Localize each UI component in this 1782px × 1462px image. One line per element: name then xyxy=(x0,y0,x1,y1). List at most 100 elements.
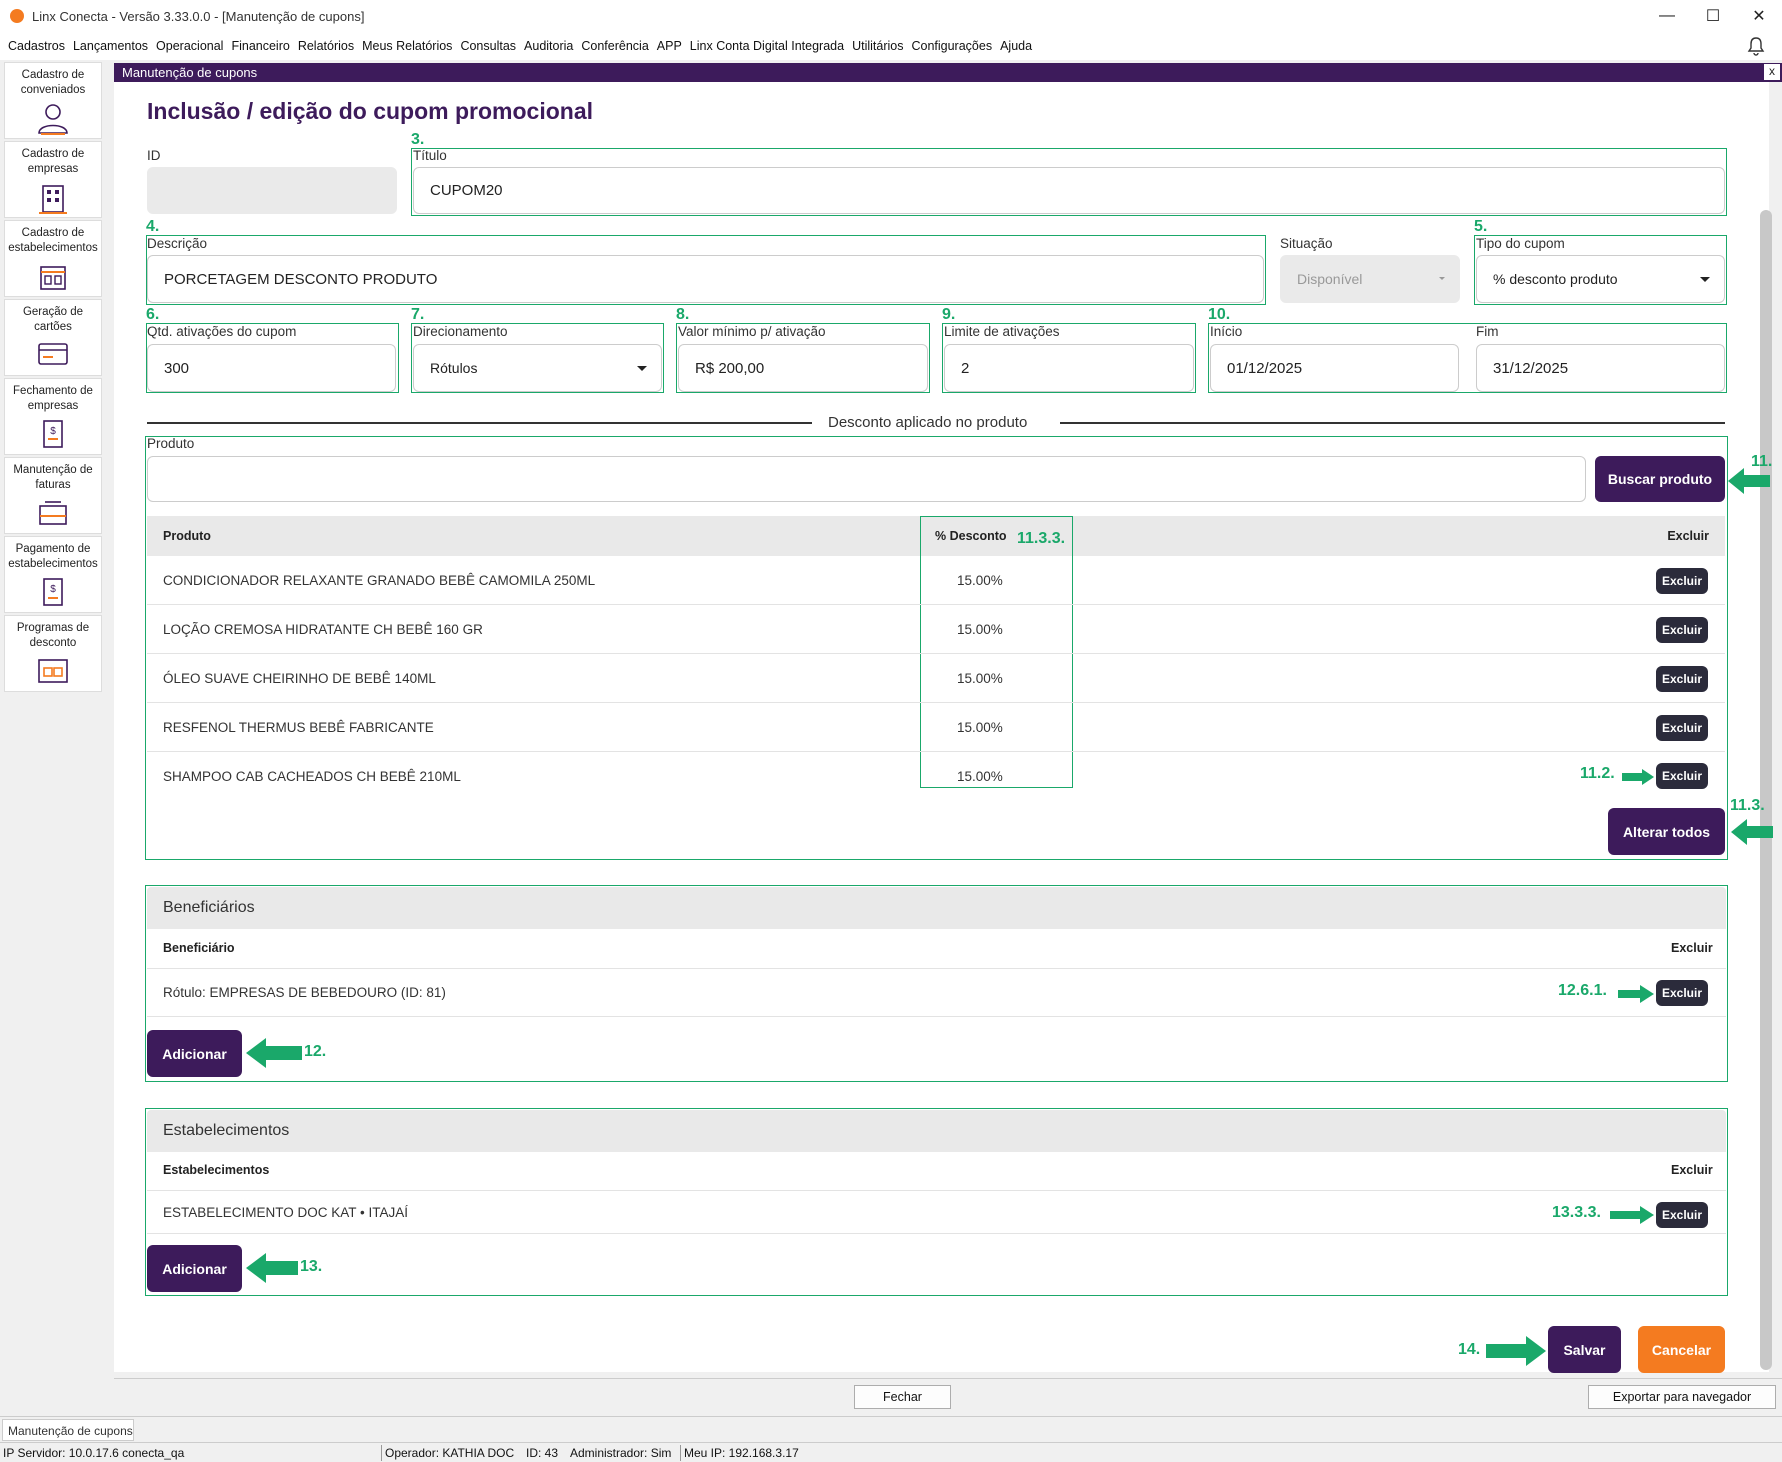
produto-desconto: 15.00% xyxy=(957,621,1003,637)
annotation-11-3: 11.3. xyxy=(1730,797,1765,814)
annotation-9: 9. xyxy=(942,306,956,323)
annotation-11-3-3: 11.3.3. xyxy=(1017,530,1066,547)
menu-linx-conta[interactable]: Linx Conta Digital Integrada xyxy=(690,39,844,53)
arrow-left-icon xyxy=(1731,819,1773,845)
arrow-right-icon xyxy=(1610,1206,1654,1224)
arrow-left-icon xyxy=(1728,468,1770,494)
menu-cadastros[interactable]: Cadastros xyxy=(8,39,65,53)
sidebar-item-cartoes[interactable]: Geração de cartões xyxy=(4,299,102,376)
annotation-5: 5. xyxy=(1474,218,1488,235)
cancelar-button[interactable]: Cancelar xyxy=(1638,1326,1725,1373)
table-row: ÓLEO SUAVE CHEIRINHO DE BEBÊ 140ML 15.00… xyxy=(147,654,1725,703)
sidebar-item-faturas[interactable]: Manutenção de faturas xyxy=(4,457,102,534)
valor-field[interactable]: R$ 200,00 xyxy=(678,344,928,392)
payment-icon: $ xyxy=(43,578,63,606)
close-icon[interactable]: ✕ xyxy=(1736,0,1782,32)
col-excluir: Excluir xyxy=(1667,529,1709,543)
produto-desconto: 15.00% xyxy=(957,572,1003,588)
produto-name: SHAMPOO CAB CACHEADOS CH BEBÊ 210ML xyxy=(163,768,461,784)
excluir-button[interactable]: Excluir xyxy=(1656,715,1708,741)
annotation-8: 8. xyxy=(676,306,690,323)
produto-name: CONDICIONADOR RELAXANTE GRANADO BEBÊ CAM… xyxy=(163,572,596,588)
adicionar-estabelecimento-button[interactable]: Adicionar xyxy=(147,1245,242,1292)
inicio-label: Início xyxy=(1210,324,1243,339)
annotation-14: 14. xyxy=(1458,1341,1481,1358)
alterar-todos-button[interactable]: Alterar todos xyxy=(1608,808,1725,855)
status-admin: Administrador: Sim xyxy=(570,1446,672,1460)
divider-right xyxy=(1060,422,1725,424)
limite-label: Limite de ativações xyxy=(944,324,1060,339)
inicio-field[interactable]: 01/12/2025 xyxy=(1210,344,1459,392)
title-bar: Linx Conecta - Versão 3.33.0.0 - [Manute… xyxy=(0,0,1782,32)
table-row: RESFENOL THERMUS BEBÊ FABRICANTE 15.00% xyxy=(147,703,1725,752)
produto-desconto: 15.00% xyxy=(957,768,1003,784)
menu-bar: Cadastros Lançamentos Operacional Financ… xyxy=(0,32,1782,60)
direcionamento-select[interactable]: Rótulos xyxy=(413,344,662,392)
menu-utilitarios[interactable]: Utilitários xyxy=(852,39,903,53)
menu-lancamentos[interactable]: Lançamentos xyxy=(73,39,148,53)
sidebar-item-estabelecimentos[interactable]: Cadastro de estabelecimentos xyxy=(4,220,102,297)
excluir-button[interactable]: Excluir xyxy=(1656,980,1708,1006)
situacao-label: Situação xyxy=(1280,236,1333,251)
card-icon xyxy=(38,343,68,365)
tab-manutencao-cupons[interactable]: Manutenção de cupons xyxy=(2,1419,134,1441)
tipo-select[interactable]: % desconto produto xyxy=(1476,255,1725,303)
arrow-left-icon xyxy=(246,1038,302,1068)
divider-left xyxy=(147,422,812,424)
produto-field[interactable] xyxy=(147,456,1586,502)
direcionamento-label: Direcionamento xyxy=(413,324,508,339)
salvar-button[interactable]: Salvar xyxy=(1548,1326,1621,1373)
produto-desconto: 15.00% xyxy=(957,670,1003,686)
fechar-button[interactable]: Fechar xyxy=(854,1385,951,1409)
tipo-label: Tipo do cupom xyxy=(1476,236,1565,251)
scrollbar[interactable] xyxy=(1760,210,1772,1370)
sidebar-item-programas[interactable]: Programas de desconto xyxy=(4,615,102,692)
menu-auditoria[interactable]: Auditoria xyxy=(524,39,573,53)
sidebar-item-empresas[interactable]: Cadastro de empresas xyxy=(4,141,102,218)
chevron-down-icon xyxy=(1439,277,1445,280)
sidebar-item-conveniados[interactable]: Cadastro de conveniados xyxy=(4,62,102,139)
excluir-button[interactable]: Excluir xyxy=(1656,617,1708,643)
table-row: SHAMPOO CAB CACHEADOS CH BEBÊ 210ML 15.0… xyxy=(147,752,1725,800)
annotation-11-2: 11.2. xyxy=(1580,765,1615,782)
svg-text:$: $ xyxy=(50,426,56,437)
menu-configuracoes[interactable]: Configurações xyxy=(911,39,992,53)
qtd-field[interactable]: 300 xyxy=(147,344,396,392)
table-row: LOÇÃO CREMOSA HIDRATANTE CH BEBÊ 160 GR … xyxy=(147,605,1725,654)
adicionar-beneficiario-button[interactable]: Adicionar xyxy=(147,1030,242,1077)
sidebar-item-fechamento[interactable]: Fechamento de empresas $ xyxy=(4,378,102,455)
menu-operacional[interactable]: Operacional xyxy=(156,39,223,53)
fim-field[interactable]: 31/12/2025 xyxy=(1476,344,1725,392)
excluir-button[interactable]: Excluir xyxy=(1656,568,1708,594)
descricao-field[interactable]: PORCETAGEM DESCONTO PRODUTO xyxy=(147,255,1264,303)
excluir-button[interactable]: Excluir xyxy=(1656,1202,1708,1228)
menu-consultas[interactable]: Consultas xyxy=(460,39,516,53)
situacao-select: Disponível xyxy=(1280,255,1460,303)
fim-label: Fim xyxy=(1476,324,1499,339)
excluir-button[interactable]: Excluir xyxy=(1656,666,1708,692)
menu-app[interactable]: APP xyxy=(657,39,682,53)
panel-close-button[interactable]: x xyxy=(1764,64,1780,80)
svg-text:$: $ xyxy=(50,584,56,595)
beneficiarios-header: Beneficiários xyxy=(147,887,1726,929)
exportar-button[interactable]: Exportar para navegador xyxy=(1588,1385,1776,1409)
menu-ajuda[interactable]: Ajuda xyxy=(1000,39,1032,53)
maximize-icon[interactable]: ☐ xyxy=(1690,0,1736,32)
excluir-button[interactable]: Excluir xyxy=(1656,763,1708,789)
menu-conferencia[interactable]: Conferência xyxy=(581,39,648,53)
status-bar: IP Servidor: 10.0.17.6 conecta_qa Operad… xyxy=(0,1442,1782,1462)
menu-relatorios[interactable]: Relatórios xyxy=(298,39,354,53)
titulo-field[interactable]: CUPOM20 xyxy=(413,167,1725,214)
limite-field[interactable]: 2 xyxy=(944,344,1194,392)
chevron-down-icon xyxy=(1700,277,1710,282)
id-field xyxy=(147,167,397,214)
buscar-produto-button[interactable]: Buscar produto xyxy=(1595,456,1725,502)
menu-financeiro[interactable]: Financeiro xyxy=(231,39,289,53)
app-logo-icon xyxy=(10,9,24,23)
annotation-12: 12. xyxy=(304,1043,327,1060)
sidebar-item-pagamento[interactable]: Pagamento de estabelecimentos $ xyxy=(4,536,102,613)
annotation-6: 6. xyxy=(146,306,160,323)
menu-meus-relatorios[interactable]: Meus Relatórios xyxy=(362,39,452,53)
bell-icon[interactable] xyxy=(1746,36,1766,56)
minimize-icon[interactable]: — xyxy=(1644,0,1690,32)
